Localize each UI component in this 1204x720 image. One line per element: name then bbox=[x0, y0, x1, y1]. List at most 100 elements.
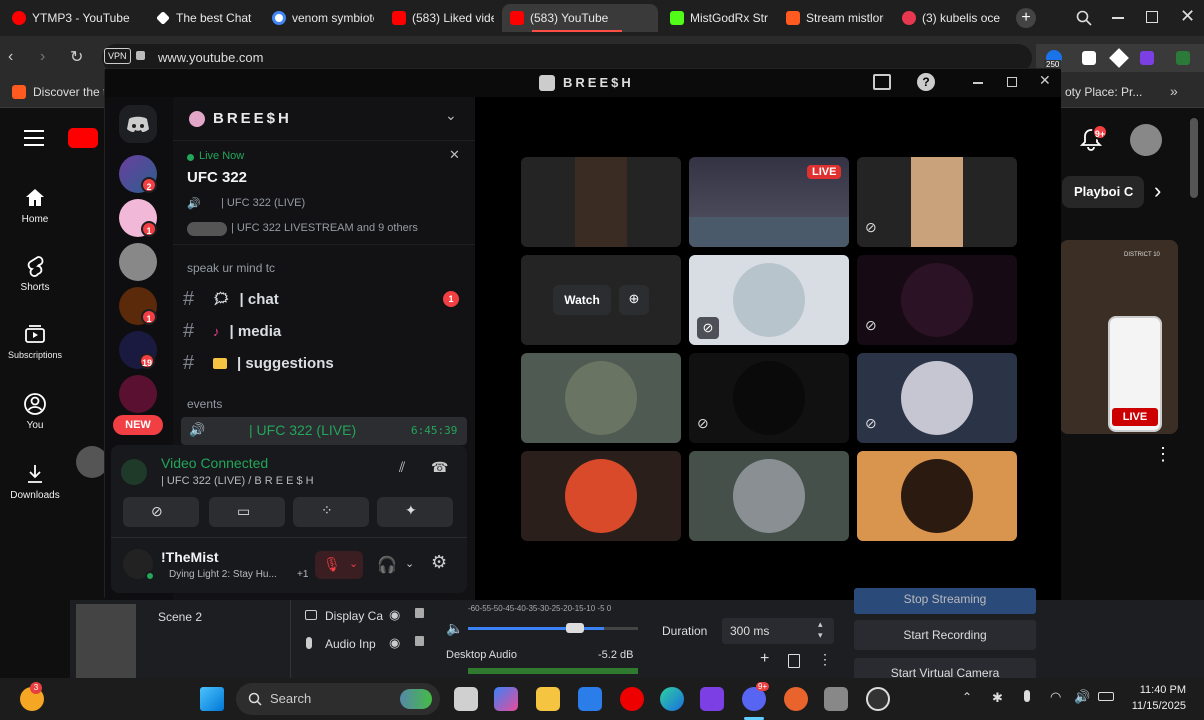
extension-icon[interactable] bbox=[1109, 48, 1129, 68]
microphone-icon[interactable] bbox=[1024, 690, 1030, 702]
more-options-icon[interactable]: ⋮ bbox=[1154, 444, 1172, 465]
video-tile[interactable]: ⊘ bbox=[689, 353, 849, 443]
video-tile[interactable]: ⊘ bbox=[857, 157, 1017, 247]
volume-slider[interactable] bbox=[468, 627, 638, 630]
clock-time[interactable]: 11:40 PM bbox=[1136, 684, 1186, 696]
soundboard-button[interactable]: ✦ bbox=[377, 497, 453, 527]
tab-ytmp3[interactable]: YTMP3 - YouTube bbox=[4, 4, 146, 32]
video-tile[interactable]: ⊘ bbox=[857, 255, 1017, 345]
file-explorer-icon[interactable] bbox=[536, 687, 560, 711]
video-tile[interactable] bbox=[689, 451, 849, 541]
connection-status[interactable]: Video Connected bbox=[161, 455, 268, 471]
video-tile[interactable] bbox=[521, 451, 681, 541]
stepper-down-icon[interactable]: ▾ bbox=[818, 630, 823, 641]
discord-home-button[interactable] bbox=[119, 105, 157, 143]
tab-stream-manager[interactable]: Stream mistlordrx bbox=[778, 4, 892, 32]
server-icon[interactable] bbox=[119, 243, 157, 281]
chevron-up-icon[interactable]: ⌃ bbox=[962, 690, 972, 704]
filter-chip[interactable]: Playboi C bbox=[1062, 176, 1144, 208]
scrollbar[interactable] bbox=[1190, 118, 1198, 198]
source-name[interactable]: Audio Inp bbox=[325, 637, 376, 651]
activities-button[interactable]: ⁘ bbox=[293, 497, 369, 527]
new-tab-button[interactable]: + bbox=[1016, 8, 1036, 28]
volume-icon[interactable]: 🔈 bbox=[446, 620, 463, 637]
category-label[interactable]: speak ur mind tc bbox=[187, 261, 275, 275]
taskbar-search[interactable]: Search bbox=[236, 683, 440, 715]
camera-off-button[interactable]: ⊘ bbox=[123, 497, 199, 527]
copilot-icon[interactable] bbox=[494, 687, 518, 711]
more-bookmarks-icon[interactable]: » bbox=[1170, 83, 1178, 99]
minimize-button[interactable] bbox=[1112, 17, 1124, 19]
tab-kick-stream[interactable]: MistGodRx Stream bbox=[662, 4, 776, 32]
channel-media[interactable]: # ♪ | media bbox=[183, 317, 463, 345]
edge-icon[interactable] bbox=[660, 687, 684, 711]
trash-icon[interactable] bbox=[788, 654, 800, 668]
account-avatar[interactable] bbox=[1130, 124, 1162, 156]
app-icon[interactable] bbox=[784, 687, 808, 711]
nav-subscriptions[interactable]: Subscriptions bbox=[0, 322, 70, 361]
signal-icon[interactable] bbox=[121, 459, 147, 485]
shorts-thumbnail[interactable]: DISTRICT 10 LIVE bbox=[1060, 240, 1178, 434]
category-label[interactable]: events bbox=[187, 397, 222, 411]
duration-input[interactable]: 300 ms ▴ ▾ bbox=[722, 618, 834, 644]
nav-shorts[interactable]: Shorts bbox=[0, 254, 70, 293]
volume-icon[interactable]: 🔊 bbox=[1074, 689, 1090, 705]
nav-home[interactable]: Home bbox=[0, 186, 70, 225]
watch-options-icon[interactable]: ⊕ bbox=[619, 285, 649, 315]
nav-downloads[interactable]: Downloads bbox=[0, 462, 70, 501]
wifi-icon[interactable]: ◠ bbox=[1050, 689, 1061, 705]
menu-icon[interactable] bbox=[24, 130, 44, 146]
stream-tile-ufc[interactable]: LIVE bbox=[689, 157, 849, 247]
video-tile[interactable]: ⊘ bbox=[689, 255, 849, 345]
youtube-logo[interactable] bbox=[68, 128, 98, 148]
username[interactable]: !TheMist bbox=[161, 549, 219, 565]
camera-icon[interactable] bbox=[824, 687, 848, 711]
more-options-icon[interactable]: ⋮ bbox=[818, 651, 832, 668]
task-view-icon[interactable] bbox=[454, 687, 478, 711]
tab-kubelis[interactable]: (3) kubelis ocelot bbox=[894, 4, 1008, 32]
lock-icon[interactable] bbox=[415, 636, 424, 646]
scene-name[interactable]: Scene 2 bbox=[158, 610, 202, 624]
vpn-badge[interactable]: VPN bbox=[104, 48, 131, 64]
server-header[interactable]: BREE$H ⌄ bbox=[173, 97, 475, 141]
tray-app-icon[interactable]: ✱ bbox=[992, 690, 1003, 706]
channel-suggestions[interactable]: # | suggestions bbox=[183, 349, 463, 377]
back-button[interactable]: ‹ bbox=[8, 48, 13, 66]
windows-start-icon[interactable] bbox=[200, 687, 224, 711]
search-tabs-icon[interactable] bbox=[1076, 10, 1092, 26]
tab-youtube-active[interactable]: (583) YouTube bbox=[502, 4, 658, 32]
stop-streaming-button[interactable]: Stop Streaming bbox=[854, 588, 1036, 614]
bookmark-place[interactable]: oty Place: Pr... bbox=[1065, 85, 1142, 99]
tab-google[interactable]: venom symbiote a bbox=[264, 4, 382, 32]
maximize-button[interactable] bbox=[1146, 11, 1158, 23]
start-recording-button[interactable]: Start Recording bbox=[854, 620, 1036, 650]
close-button[interactable]: ✕ bbox=[1039, 72, 1051, 89]
server-icon[interactable] bbox=[119, 375, 157, 413]
clock-date[interactable]: 11/15/2025 bbox=[1124, 700, 1186, 712]
stream-tile-watch[interactable]: Watch ⊕ bbox=[521, 255, 681, 345]
inbox-icon[interactable] bbox=[873, 74, 891, 90]
live-event-card[interactable]: Live Now ✕ UFC 322 🔊 | UFC 322 (LIVE) | … bbox=[173, 141, 475, 245]
volume-handle[interactable] bbox=[566, 623, 584, 633]
forward-button[interactable]: › bbox=[40, 48, 45, 66]
clipchamp-icon[interactable] bbox=[700, 687, 724, 711]
channel-chat[interactable]: # 🗯 | chat 1 bbox=[183, 285, 463, 313]
add-icon[interactable]: + bbox=[760, 650, 769, 668]
close-icon[interactable]: ✕ bbox=[449, 147, 460, 163]
source-name[interactable]: Display Ca bbox=[325, 609, 383, 623]
close-window-button[interactable]: ✕ bbox=[1180, 6, 1195, 27]
screen-share-button[interactable]: ▭ bbox=[209, 497, 285, 527]
mail-icon[interactable] bbox=[578, 687, 602, 711]
nav-you[interactable]: You bbox=[0, 392, 70, 431]
tab-liked-videos[interactable]: (583) Liked videos bbox=[384, 4, 502, 32]
settings-gear-icon[interactable]: ⚙ bbox=[431, 552, 447, 573]
video-tile[interactable] bbox=[857, 451, 1017, 541]
bookmark-discover[interactable]: Discover the to bbox=[33, 85, 113, 99]
help-icon[interactable]: ? bbox=[917, 73, 935, 91]
extension-icon[interactable] bbox=[1176, 51, 1190, 65]
eye-icon[interactable]: ◉ bbox=[389, 607, 400, 623]
reload-button[interactable]: ↻ bbox=[70, 47, 83, 67]
watch-button[interactable]: Watch bbox=[553, 285, 611, 315]
video-tile[interactable] bbox=[521, 157, 681, 247]
chevron-down-icon[interactable]: ⌄ bbox=[405, 557, 414, 570]
